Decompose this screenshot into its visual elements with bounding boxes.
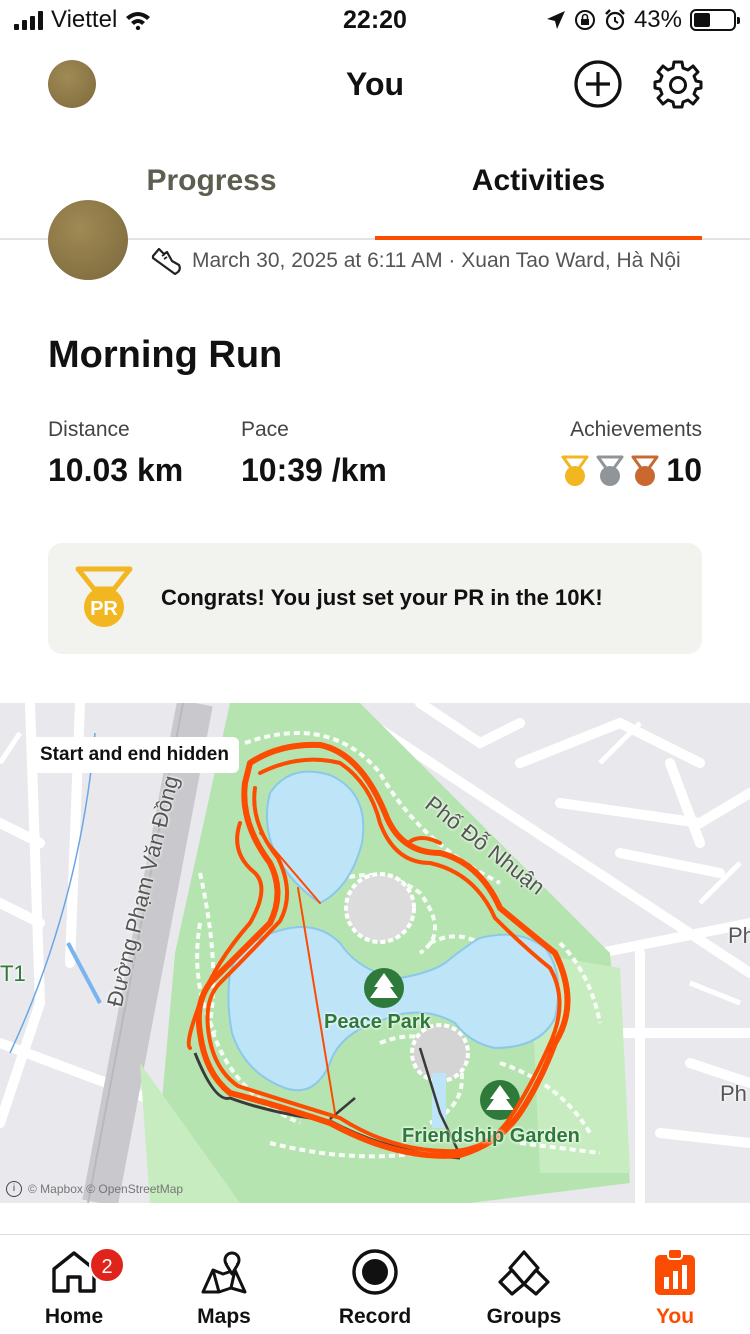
bronze-medal-icon xyxy=(631,455,659,486)
privacy-chip: Start and end hidden xyxy=(30,737,239,773)
pr-badge-text: PR xyxy=(90,598,118,620)
nav-maps-label: Maps xyxy=(197,1305,251,1328)
map-canvas xyxy=(0,703,750,1203)
nav-record-label: Record xyxy=(338,1305,412,1328)
battery-icon xyxy=(690,9,740,31)
active-tab-indicator xyxy=(375,236,702,240)
tab-activities[interactable]: Activities xyxy=(375,164,702,198)
gear-icon xyxy=(653,60,703,109)
stat-achievements[interactable]: Achievements 10 xyxy=(559,418,702,489)
you-profile-icon xyxy=(655,1248,695,1295)
stat-pace: Pace 10:39 /km xyxy=(241,418,387,489)
nav-maps[interactable]: Maps xyxy=(159,1243,289,1329)
nav-you-label: You xyxy=(655,1305,695,1328)
notification-badge: 2 xyxy=(89,1247,125,1283)
stat-distance: Distance 10.03 km xyxy=(48,418,183,489)
pr-message: Congrats! You just set your PR in the 10… xyxy=(161,585,603,610)
status-bar: Viettel 22:20 43% xyxy=(0,0,750,42)
maps-icon xyxy=(201,1251,247,1294)
groups-icon xyxy=(498,1250,550,1296)
shoe-icon xyxy=(151,247,181,276)
status-right: 43% xyxy=(546,6,740,34)
nav-home[interactable]: 2 Home xyxy=(9,1243,139,1329)
rotation-lock-icon xyxy=(574,10,595,30)
record-icon xyxy=(352,1249,398,1295)
settings-button[interactable] xyxy=(652,58,704,110)
pace-value: 10:39 /km xyxy=(241,452,387,488)
nav-groups[interactable]: Groups xyxy=(459,1243,589,1329)
page-title: You xyxy=(345,66,405,102)
feed-spacer xyxy=(0,1203,750,1233)
pr-banner[interactable]: PR Congrats! You just set your PR in the… xyxy=(48,543,702,654)
gold-medal-icon xyxy=(561,455,589,486)
achievements-count: 10 xyxy=(666,452,702,488)
add-button[interactable] xyxy=(572,58,624,110)
distance-value: 10.03 km xyxy=(48,452,184,488)
battery-percent: 43% xyxy=(633,6,682,33)
achievements-label: Achievements xyxy=(570,418,702,441)
attribution-text: © Mapbox © OpenStreetMap xyxy=(28,1182,184,1196)
activity-meta: March 30, 2025 at 6:11 AM · Xuan Tao War… xyxy=(150,246,681,276)
nav-record[interactable]: Record xyxy=(310,1243,440,1329)
activity-date-location: March 30, 2025 at 6:11 AM · Xuan Tao War… xyxy=(192,249,681,272)
header: You xyxy=(0,50,750,120)
silver-medal-icon xyxy=(596,455,624,486)
alarm-icon xyxy=(605,9,625,31)
info-icon[interactable]: i xyxy=(6,1181,22,1197)
athlete-avatar[interactable] xyxy=(48,200,128,280)
pace-label: Pace xyxy=(241,418,289,441)
location-arrow-icon xyxy=(546,11,565,29)
nav-groups-label: Groups xyxy=(486,1305,562,1328)
bottom-nav: 2 Home Maps Record Groups You xyxy=(0,1234,750,1334)
map-edge-label-right-top: Ph xyxy=(728,923,750,948)
map-label-peace-park: Peace Park xyxy=(324,1011,431,1033)
add-icon xyxy=(574,60,622,108)
activity-title[interactable]: Morning Run xyxy=(48,334,282,377)
map-edge-label-left: T1 xyxy=(0,961,26,986)
map-attribution: i © Mapbox © OpenStreetMap xyxy=(6,1181,183,1197)
tab-progress[interactable]: Progress xyxy=(48,164,375,198)
nav-you[interactable]: You xyxy=(610,1243,740,1329)
map-edge-label-right-bottom: Ph xyxy=(720,1081,747,1106)
park-tree-icon xyxy=(364,968,404,1008)
route-map[interactable]: Peace Park Friendship Garden Đường Phạm … xyxy=(0,703,750,1203)
map-label-friendship-garden: Friendship Garden xyxy=(402,1125,580,1147)
pr-medal-icon: PR xyxy=(75,566,133,627)
nav-home-label: Home xyxy=(44,1305,104,1328)
distance-label: Distance xyxy=(48,418,130,441)
